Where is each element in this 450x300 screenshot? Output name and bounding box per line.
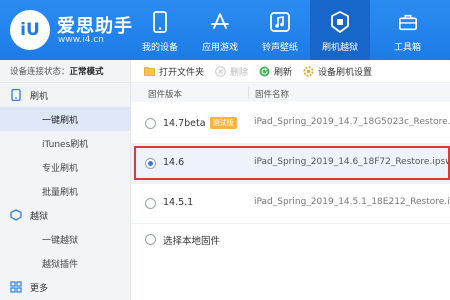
sidebar: 设备连接状态： 正常模式 刷机 一键刷机 iTunes刷机 专业刷机 批量刷机 … bbox=[0, 60, 131, 300]
toolbar: 打开文件夹 删除 刷新 设备刷机设置 bbox=[131, 60, 450, 83]
nav-apps-games[interactable]: 应用游戏 bbox=[190, 0, 250, 60]
app-store-icon bbox=[210, 11, 230, 33]
top-header: iU 爱思助手 www.i4.cn 我的设备 应用游戏 铃声壁纸 刷机越狱 工具… bbox=[0, 0, 450, 60]
sidebar-item-jailbreak-plugins[interactable]: 越狱插件 bbox=[0, 251, 130, 275]
phone-icon bbox=[150, 11, 170, 33]
nav-label: 铃声壁纸 bbox=[261, 43, 298, 53]
firmware-row-selected[interactable]: 14.6 iPad_Spring_2019_14.6_18F72_Restore… bbox=[131, 144, 450, 184]
nav-label: 我的设备 bbox=[141, 43, 178, 53]
app-url: www.i4.cn bbox=[58, 35, 104, 45]
jailbreak-icon bbox=[10, 209, 22, 221]
sidebar-group-more[interactable]: 更多 bbox=[0, 275, 130, 299]
music-icon bbox=[270, 11, 290, 33]
firmware-filename: iPad_Spring_2019_14.5.1_18E212_Restore.i… bbox=[254, 197, 450, 207]
column-header-name: 固件名称 bbox=[255, 90, 290, 100]
sidebar-item-one-click-jailbreak[interactable]: 一键越狱 bbox=[0, 227, 130, 251]
firmware-radio[interactable] bbox=[145, 158, 156, 169]
refresh-label: 刷新 bbox=[274, 67, 293, 78]
firmware-table-header: 固件版本 固件名称 bbox=[131, 84, 450, 102]
sidebar-item-one-click-flash[interactable]: 一键刷机 bbox=[0, 107, 130, 131]
firmware-version: 14.7beta 测试版 bbox=[163, 117, 237, 129]
column-header-version: 固件版本 bbox=[148, 90, 183, 100]
sidebar-item-batch-flash[interactable]: 批量刷机 bbox=[0, 179, 130, 203]
nav-label: 刷机越狱 bbox=[321, 43, 358, 53]
refresh-button[interactable]: 刷新 bbox=[259, 65, 292, 78]
logo-text: iU bbox=[20, 20, 40, 40]
beta-badge: 测试版 bbox=[209, 117, 237, 129]
flash-settings-button[interactable]: 设备刷机设置 bbox=[303, 65, 372, 78]
sidebar-group-flash[interactable]: 刷机 bbox=[0, 83, 130, 107]
status-label: 设备连接状态： bbox=[10, 67, 70, 77]
delete-label: 删除 bbox=[230, 67, 249, 78]
local-firmware-label: 选择本地固件 bbox=[163, 236, 221, 247]
device-status: 设备连接状态： 正常模式 bbox=[0, 60, 130, 83]
local-firmware-radio[interactable] bbox=[145, 234, 156, 245]
firmware-version: 14.5.1 bbox=[163, 197, 194, 208]
firmware-row[interactable]: 14.5.1 iPad_Spring_2019_14.5.1_18E212_Re… bbox=[131, 184, 450, 224]
shield-box-icon bbox=[330, 11, 350, 33]
nav-label: 工具箱 bbox=[393, 43, 421, 53]
nav-my-device[interactable]: 我的设备 bbox=[130, 0, 190, 60]
flash-settings-label: 设备刷机设置 bbox=[318, 67, 373, 78]
firmware-filename: iPad_Spring_2019_14.7_18G5023c_Restore.i… bbox=[254, 117, 450, 127]
sidebar-item-itunes-flash[interactable]: iTunes刷机 bbox=[0, 131, 130, 155]
firmware-radio[interactable] bbox=[145, 118, 156, 129]
firmware-version: 14.6 bbox=[163, 157, 185, 168]
status-value: 正常模式 bbox=[69, 67, 104, 77]
sidebar-group-jailbreak[interactable]: 越狱 bbox=[0, 203, 130, 227]
sidebar-item-pro-flash[interactable]: 专业刷机 bbox=[0, 155, 130, 179]
firmware-filename: iPad_Spring_2019_14.6_18F72_Restore.ipsw bbox=[254, 157, 450, 167]
local-firmware-option[interactable]: 选择本地固件 bbox=[131, 226, 450, 256]
folder-icon bbox=[144, 66, 155, 77]
version-text: 14.7beta bbox=[163, 118, 206, 129]
nav-ringtones-wallpapers[interactable]: 铃声壁纸 bbox=[250, 0, 310, 60]
refresh-icon bbox=[259, 66, 270, 77]
firmware-row[interactable]: 14.7beta 测试版 iPad_Spring_2019_14.7_18G502… bbox=[131, 104, 450, 144]
flash-device-icon bbox=[10, 89, 22, 101]
open-folder-label: 打开文件夹 bbox=[159, 67, 205, 78]
app-logo: iU bbox=[10, 10, 50, 50]
toolbox-icon bbox=[398, 11, 418, 33]
more-icon bbox=[10, 281, 22, 293]
gear-icon bbox=[303, 65, 314, 77]
open-folder-button[interactable]: 打开文件夹 bbox=[144, 65, 204, 78]
nav-toolbox[interactable]: 工具箱 bbox=[370, 0, 445, 60]
firmware-radio[interactable] bbox=[145, 198, 156, 209]
sidebar-group-label: 更多 bbox=[30, 283, 49, 294]
delete-icon bbox=[215, 65, 226, 77]
main-nav: 我的设备 应用游戏 铃声壁纸 刷机越狱 工具箱 bbox=[130, 0, 445, 60]
column-divider bbox=[248, 87, 249, 99]
nav-flash-jailbreak[interactable]: 刷机越狱 bbox=[310, 0, 370, 60]
sidebar-group-label: 刷机 bbox=[30, 91, 49, 102]
nav-label: 应用游戏 bbox=[201, 43, 238, 53]
sidebar-group-label: 越狱 bbox=[30, 211, 49, 222]
delete-button[interactable]: 删除 bbox=[215, 65, 248, 78]
